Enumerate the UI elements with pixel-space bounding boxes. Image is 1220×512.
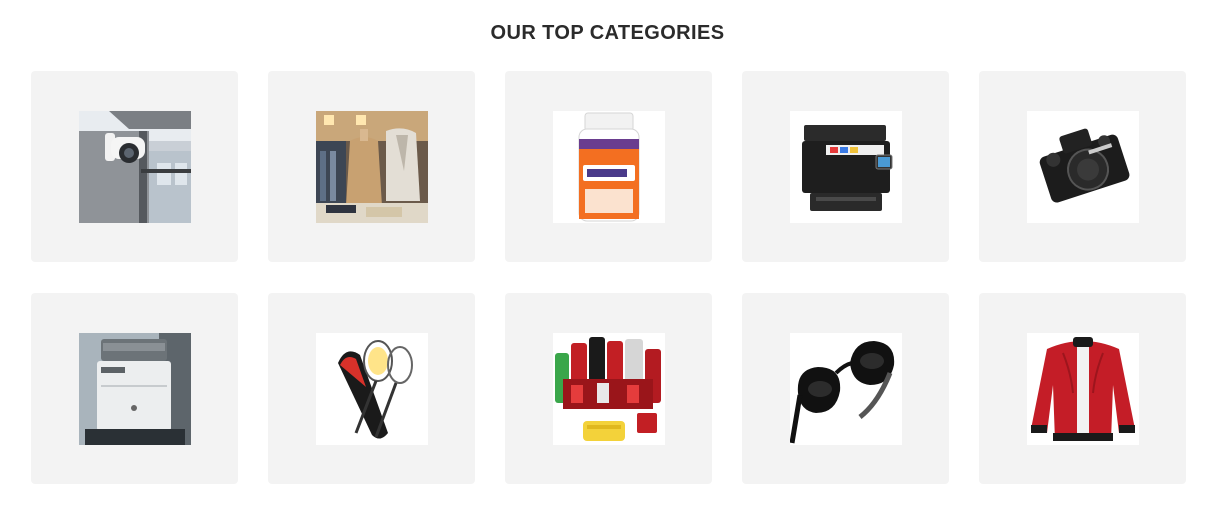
laser-printer-icon[interactable] xyxy=(78,332,191,445)
category-card[interactable] xyxy=(979,71,1186,262)
badminton-racket-icon[interactable] xyxy=(315,332,428,445)
red-jacket-icon[interactable] xyxy=(1026,332,1139,445)
vitamin-bottle-icon[interactable] xyxy=(552,110,665,223)
category-card[interactable] xyxy=(742,71,949,262)
car-care-products-icon[interactable] xyxy=(552,332,665,445)
top-categories-section: OUR TOP CATEGORIES xyxy=(0,0,1220,512)
category-card[interactable] xyxy=(505,71,712,262)
camera-icon[interactable] xyxy=(1026,110,1139,223)
security-camera-icon[interactable] xyxy=(78,110,191,223)
clothing-store-icon[interactable] xyxy=(315,110,428,223)
category-card[interactable] xyxy=(742,293,949,484)
category-card[interactable] xyxy=(979,293,1186,484)
category-card[interactable] xyxy=(31,293,238,484)
category-card[interactable] xyxy=(268,71,475,262)
category-card[interactable] xyxy=(505,293,712,484)
category-card[interactable] xyxy=(268,293,475,484)
category-card[interactable] xyxy=(31,71,238,262)
sunglasses-icon[interactable] xyxy=(789,332,902,445)
categories-grid xyxy=(31,71,1186,484)
printer-icon[interactable] xyxy=(789,110,902,223)
section-title: OUR TOP CATEGORIES xyxy=(490,22,725,44)
